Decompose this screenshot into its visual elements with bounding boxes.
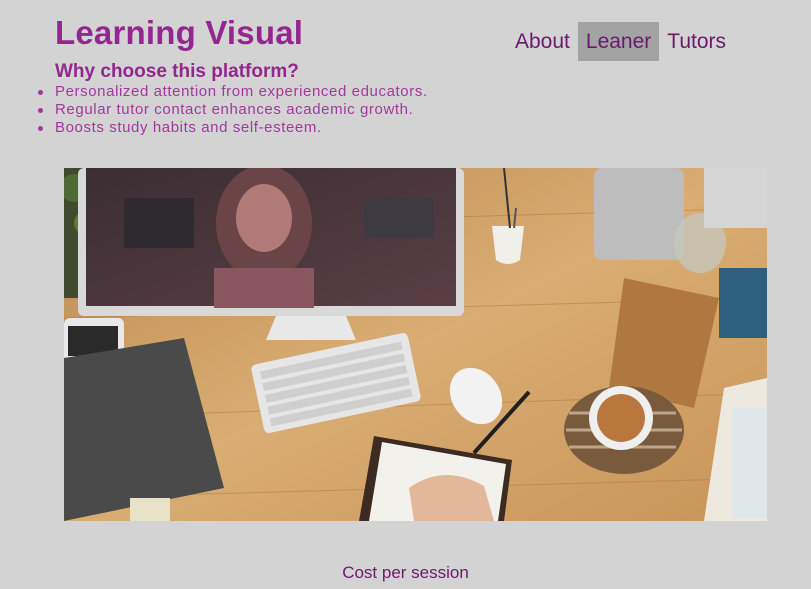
monitor-icon [78, 168, 464, 340]
cost-per-session-label: Cost per session [342, 563, 469, 582]
benefit-item: Personalized attention from experienced … [38, 83, 428, 100]
why-heading: Why choose this platform? [55, 61, 299, 82]
benefits-list: Personalized attention from experienced … [38, 83, 428, 137]
basket-icon [594, 168, 684, 260]
hero-image [64, 168, 767, 521]
site-title: Learning Visual [55, 14, 304, 51]
nav-tutors[interactable]: Tutors [659, 22, 734, 61]
benefit-item: Regular tutor contact enhances academic … [38, 101, 428, 119]
benefit-item: Boosts study habits and self-esteem. [38, 119, 428, 137]
main-nav: About Leaner Tutors [507, 22, 734, 61]
desk-workspace-illustration [64, 168, 767, 521]
nav-leaner[interactable]: Leaner [577, 22, 660, 61]
nav-about[interactable]: About [507, 22, 578, 61]
